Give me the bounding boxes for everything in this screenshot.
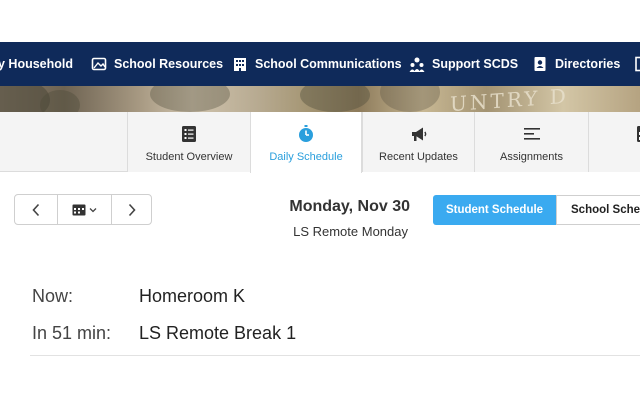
clock-icon xyxy=(299,125,313,142)
nav-item-school-communications[interactable]: School Communications xyxy=(232,42,402,86)
date-navigation xyxy=(14,194,152,225)
nav-item-label: y Household xyxy=(0,57,74,71)
chevron-right-icon xyxy=(128,203,136,216)
top-nav: y Household School Resources School Comm… xyxy=(0,42,640,86)
nav-item-label: Directories xyxy=(555,57,621,71)
building-icon xyxy=(234,58,246,71)
tab-assignments[interactable]: Assignments xyxy=(474,112,588,172)
document-icon xyxy=(635,56,640,72)
tab-label: Student Overview xyxy=(145,151,233,163)
tab-label: Assignments xyxy=(500,151,563,163)
tab-daily-schedule[interactable]: Daily Schedule xyxy=(250,112,362,173)
nav-item-label: School Resources xyxy=(114,57,224,71)
lines-icon xyxy=(523,128,540,140)
chevron-left-icon xyxy=(32,203,39,216)
tab-recent-updates[interactable]: Recent Updates xyxy=(362,112,474,172)
nav-item-support-scds[interactable]: Support SCDS xyxy=(409,42,518,86)
day-type-label: LS Remote Monday xyxy=(293,224,408,239)
image-icon xyxy=(91,57,107,71)
current-period: Homeroom K xyxy=(139,286,246,306)
nav-item-label: School Communications xyxy=(255,57,402,71)
grid-icon xyxy=(636,126,640,142)
school-schedule-button[interactable]: School Schedule xyxy=(556,195,640,225)
megaphone-icon xyxy=(411,127,426,141)
schedule-toggle: Student Schedule School Schedule xyxy=(433,195,640,225)
calendar-icon xyxy=(72,204,86,216)
student-schedule-button[interactable]: Student Schedule xyxy=(433,195,556,225)
people-icon xyxy=(409,57,425,72)
tab-bar: Student Overview Daily Schedule Recent U… xyxy=(0,112,640,173)
date-heading: Monday, Nov 30 xyxy=(289,198,410,215)
banner-sign-text: UNTRY D xyxy=(450,86,569,112)
prev-day-button[interactable] xyxy=(15,195,57,224)
calendar-picker-button[interactable] xyxy=(56,195,112,224)
tab-label: Daily Schedule xyxy=(269,151,343,163)
nav-item-household[interactable]: y Household xyxy=(0,42,73,86)
page: y Household School Resources School Comm… xyxy=(0,0,640,400)
tab-fi[interactable]: Fi xyxy=(588,112,640,172)
now-label: Now: xyxy=(32,286,74,306)
nav-item-overflow[interactable] xyxy=(634,42,640,86)
clipboard-list-icon xyxy=(182,126,196,142)
next-period: LS Remote Break 1 xyxy=(139,323,297,343)
divider xyxy=(30,355,640,356)
banner-image: UNTRY D xyxy=(0,86,640,112)
nav-item-directories[interactable]: Directories xyxy=(532,42,620,86)
address-book-icon xyxy=(534,57,546,71)
tab-label: Recent Updates xyxy=(379,151,458,163)
tab-student-overview[interactable]: Student Overview xyxy=(127,112,250,172)
next-time-label: In 51 min: xyxy=(32,323,112,343)
chevron-down-icon xyxy=(89,207,97,212)
nav-item-label: Support SCDS xyxy=(432,57,519,71)
nav-item-school-resources[interactable]: School Resources xyxy=(91,42,223,86)
next-day-button[interactable] xyxy=(111,195,151,224)
